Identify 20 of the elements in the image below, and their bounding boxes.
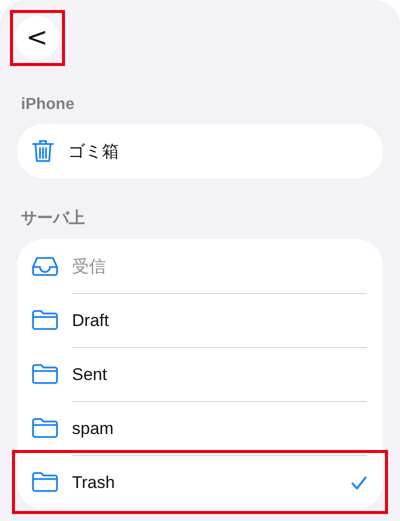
folder-icon	[32, 418, 58, 438]
section-header: サーバ上	[21, 208, 86, 229]
mailbox-row[interactable]: Draft	[17, 293, 383, 347]
trash-icon	[32, 139, 54, 163]
mailbox-name: ゴミ箱	[68, 140, 120, 162]
mailbox-name: Draft	[72, 310, 110, 330]
mailbox-name: spam	[72, 418, 115, 438]
mailbox-row[interactable]: Sent	[17, 347, 383, 401]
mailbox-row[interactable]: spam	[17, 401, 383, 455]
mailbox-name: Sent	[72, 364, 108, 384]
mailbox-name: Trash	[72, 472, 116, 492]
back-button[interactable]: <	[15, 16, 59, 60]
mailbox-row[interactable]: Trash	[17, 455, 383, 509]
section-header: iPhone	[21, 96, 76, 114]
tray-icon	[32, 256, 58, 276]
folder-icon	[32, 310, 58, 330]
folder-icon	[32, 364, 58, 384]
mailbox-row[interactable]: ゴミ箱	[17, 124, 383, 178]
folder-icon	[32, 472, 58, 492]
mailbox-name: 受信	[72, 256, 107, 278]
